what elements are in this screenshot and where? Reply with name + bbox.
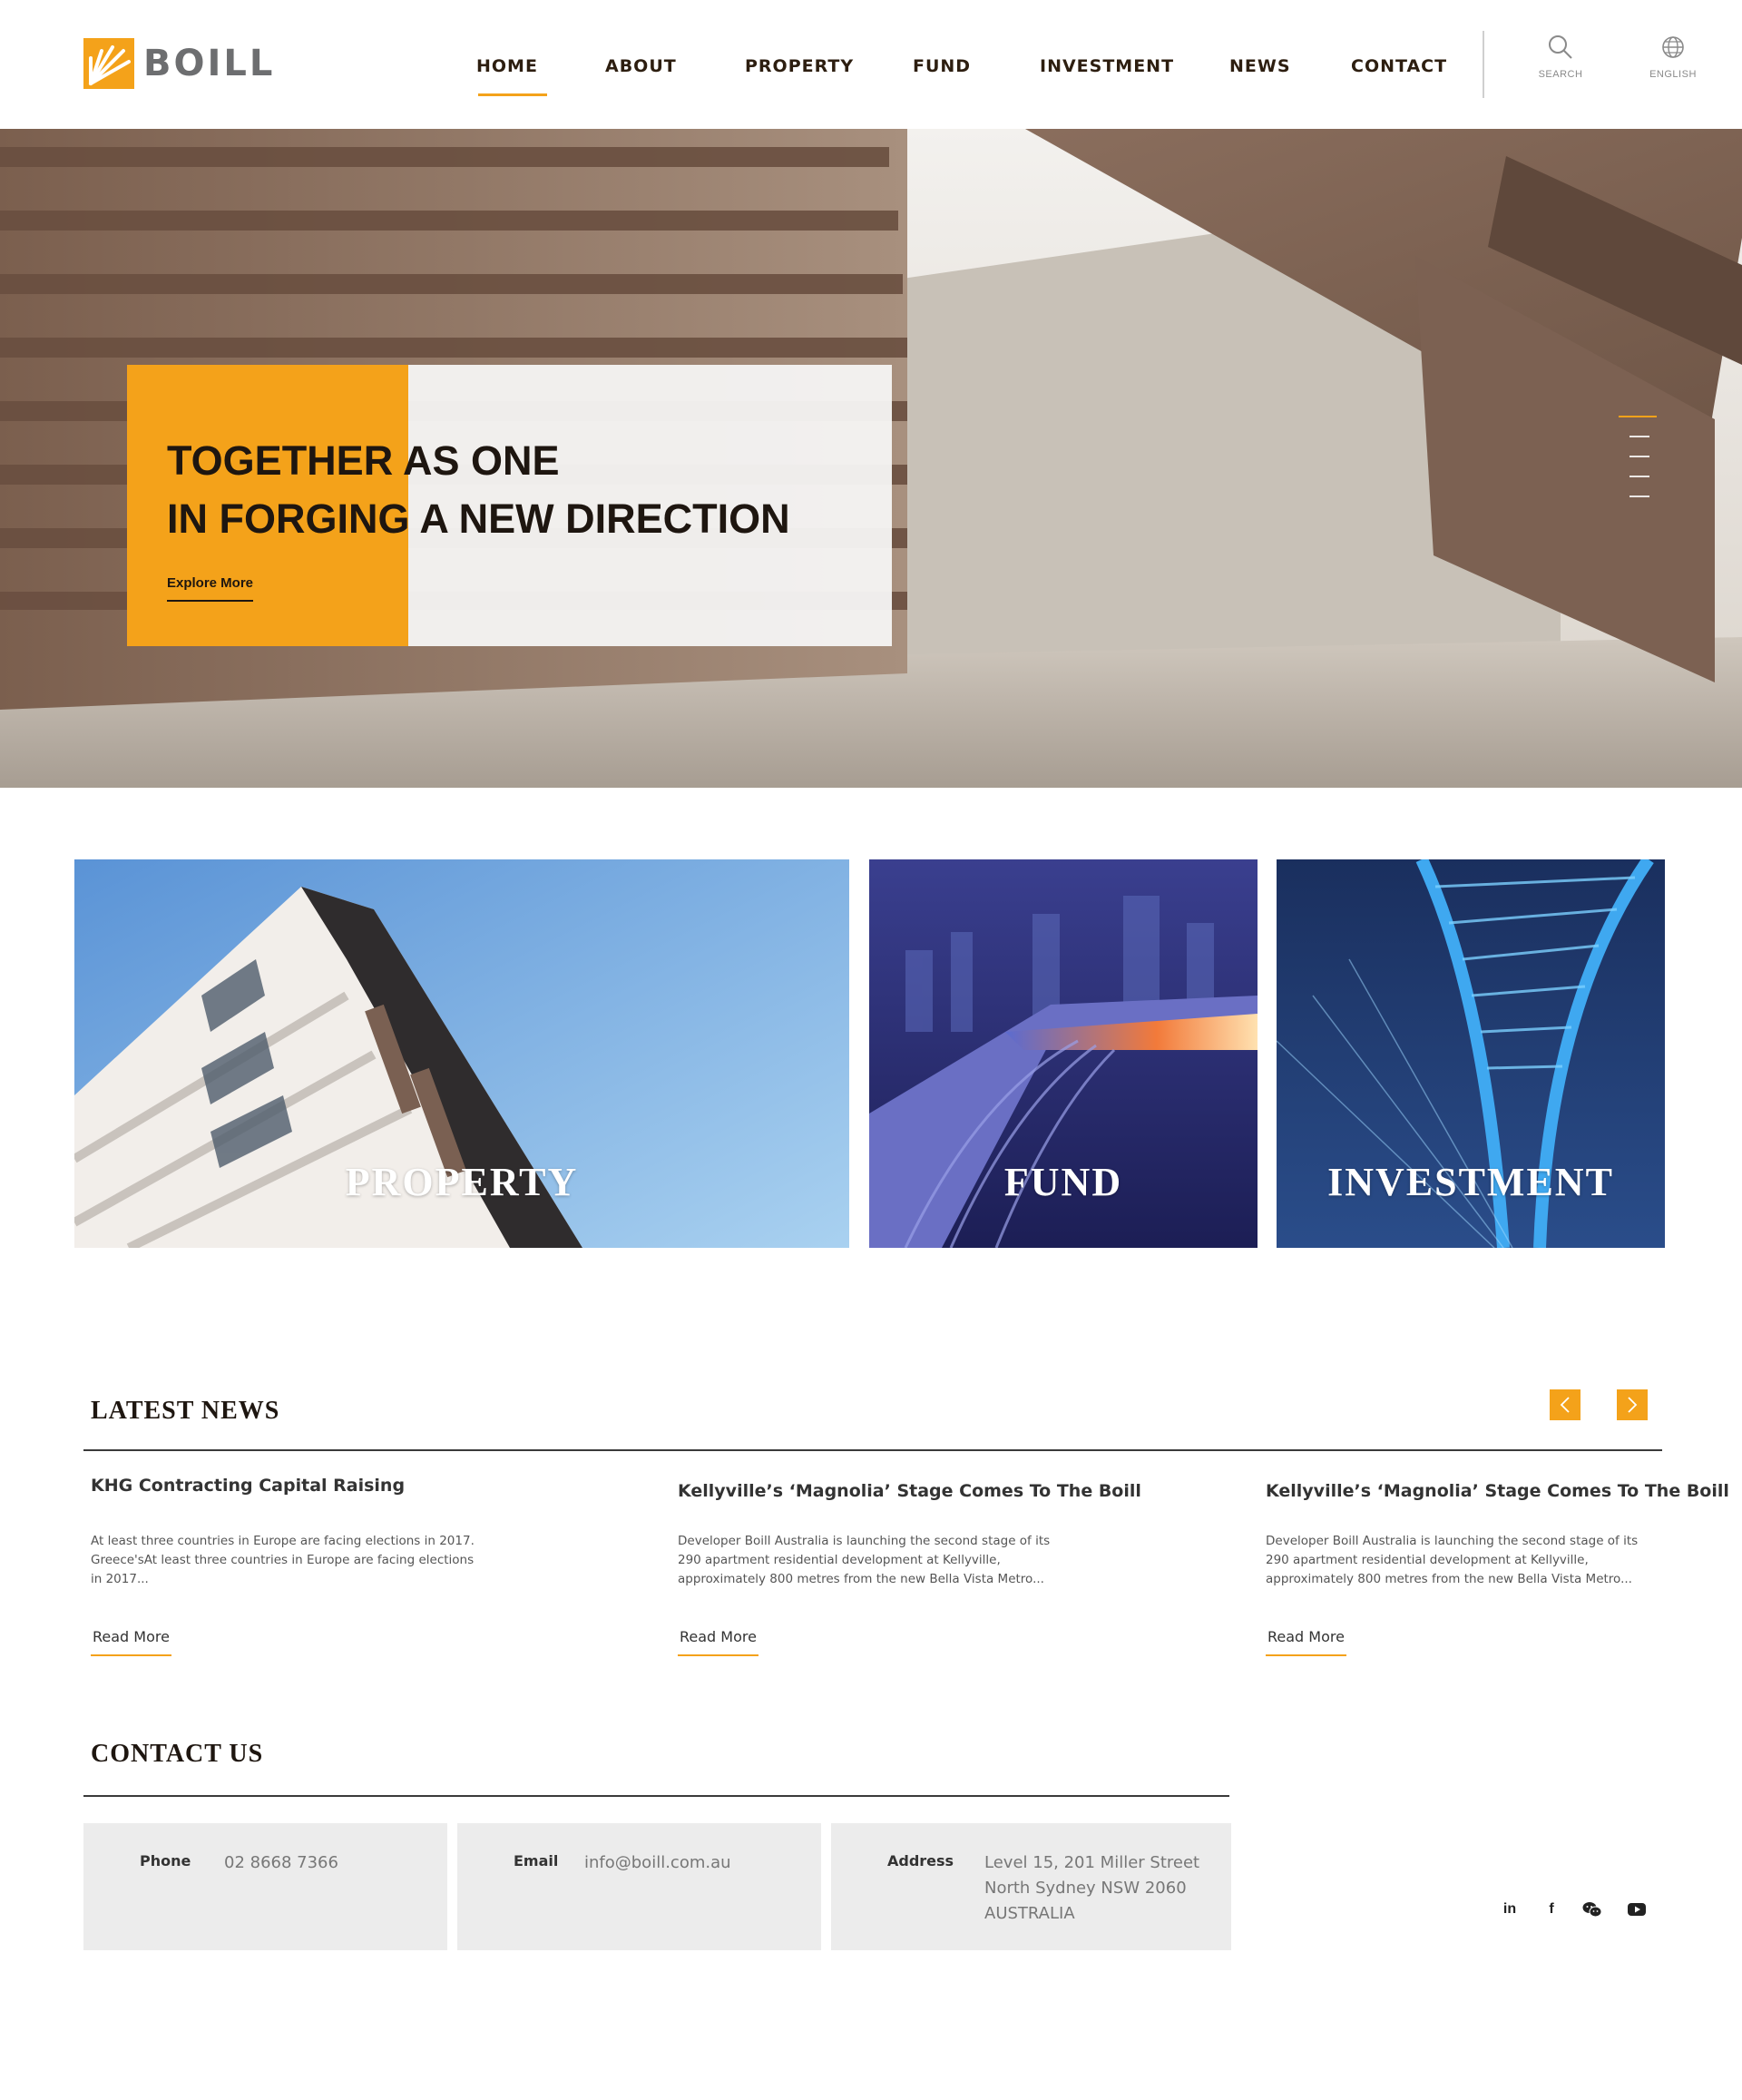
address-label: Address [887,1852,954,1869]
search-icon [1549,35,1572,59]
slide-indicator[interactable] [1629,476,1649,477]
latest-news-heading: LATEST NEWS [91,1397,280,1425]
wechat-icon[interactable] [1581,1899,1603,1920]
address-line-2: North Sydney NSW 2060 [984,1879,1187,1898]
facebook-icon[interactable]: f [1541,1899,1562,1920]
phone-label: Phone [140,1852,191,1869]
news-title[interactable]: Kellyville’s ‘Magnolia’ Stage Comes To T… [1266,1481,1729,1501]
address-line-1: Level 15, 201 Miller Street [984,1853,1200,1872]
nav-fund[interactable]: FUND [913,56,971,76]
hero-banner: TOGETHER AS ONE IN FORGING A NEW DIRECTI… [0,129,1742,788]
news-divider [83,1449,1662,1451]
email-value[interactable]: info@boill.com.au [584,1850,731,1876]
news-title[interactable]: Kellyville’s ‘Magnolia’ Stage Comes To T… [678,1481,1141,1501]
contact-address-box: Address Level 15, 201 Miller Street Nort… [831,1823,1231,1950]
hero-title-line-2: IN FORGING A NEW DIRECTION [167,496,790,542]
nav-home[interactable]: HOME [476,56,547,96]
hero-card: TOGETHER AS ONE IN FORGING A NEW DIRECTI… [127,365,892,646]
address-value: Level 15, 201 Miller Street North Sydney… [984,1850,1199,1927]
language-button[interactable]: ENGLISH [1637,34,1709,80]
language-label: ENGLISH [1649,69,1697,80]
read-more-link[interactable]: Read More [91,1628,171,1656]
tile-investment-label: INVESTMENT [1327,1160,1614,1204]
news-item: KHG Contracting Capital Raising At least… [91,1476,481,1589]
globe-icon [1662,36,1684,58]
tile-investment[interactable]: INVESTMENT [1277,859,1665,1248]
news-excerpt: Developer Boill Australia is launching t… [678,1534,1051,1586]
site-header: BOILL HOME ABOUT PROPERTY FUND INVESTMEN… [0,0,1742,129]
slide-indicator[interactable] [1629,456,1649,457]
slide-indicator[interactable] [1619,416,1657,417]
phone-value[interactable]: 02 8668 7366 [224,1850,338,1876]
contact-heading: CONTACT US [91,1740,264,1768]
slide-indicator[interactable] [1629,496,1649,497]
search-label: SEARCH [1538,69,1583,80]
slide-indicator[interactable] [1629,436,1649,437]
hero-title-line-1: TOGETHER AS ONE [167,437,560,484]
contact-email-box: Email info@boill.com.au [457,1823,821,1950]
chevron-left-icon [1560,1397,1570,1413]
news-excerpt: Developer Boill Australia is launching t… [1266,1534,1639,1586]
hero-title: TOGETHER AS ONE IN FORGING A NEW DIRECTI… [167,432,790,548]
contact-phone-box: Phone 02 8668 7366 [83,1823,447,1950]
tile-fund[interactable]: FUND [869,859,1258,1248]
nav-divider [1483,31,1484,98]
chevron-right-icon [1628,1397,1638,1413]
contact-divider [83,1795,1229,1797]
tile-property[interactable]: PROPERTY [74,859,849,1248]
youtube-icon[interactable] [1626,1899,1648,1920]
nav-news[interactable]: NEWS [1229,56,1291,76]
sun-logo-icon [83,38,134,89]
tile-fund-label: FUND [1003,1160,1123,1204]
slide-indicators [1619,416,1657,515]
nav-about[interactable]: ABOUT [605,56,677,76]
explore-more-link[interactable]: Explore More [167,575,254,602]
address-line-3: AUSTRALIA [984,1904,1075,1923]
nav-property[interactable]: PROPERTY [745,56,854,76]
email-label: Email [514,1852,559,1869]
read-more-link[interactable]: Read More [1266,1628,1346,1656]
nav-investment[interactable]: INVESTMENT [1040,56,1174,76]
search-button[interactable]: SEARCH [1524,34,1597,80]
news-excerpt: At least three countries in Europe are f… [91,1534,475,1586]
news-item: Kellyville’s ‘Magnolia’ Stage Comes To T… [1266,1481,1729,1589]
read-more-link[interactable]: Read More [678,1628,758,1656]
linkedin-icon[interactable]: in [1499,1899,1521,1920]
news-prev-button[interactable] [1550,1389,1581,1420]
tile-property-label: PROPERTY [345,1160,579,1204]
brand-name: BOILL [143,43,276,84]
youtube-glyph [1628,1903,1646,1916]
news-title[interactable]: KHG Contracting Capital Raising [91,1476,481,1496]
brand-logo[interactable]: BOILL [83,36,275,91]
news-item: Kellyville’s ‘Magnolia’ Stage Comes To T… [678,1481,1141,1589]
wechat-glyph [1582,1902,1602,1918]
news-next-button[interactable] [1617,1389,1648,1420]
nav-contact[interactable]: CONTACT [1351,56,1447,76]
